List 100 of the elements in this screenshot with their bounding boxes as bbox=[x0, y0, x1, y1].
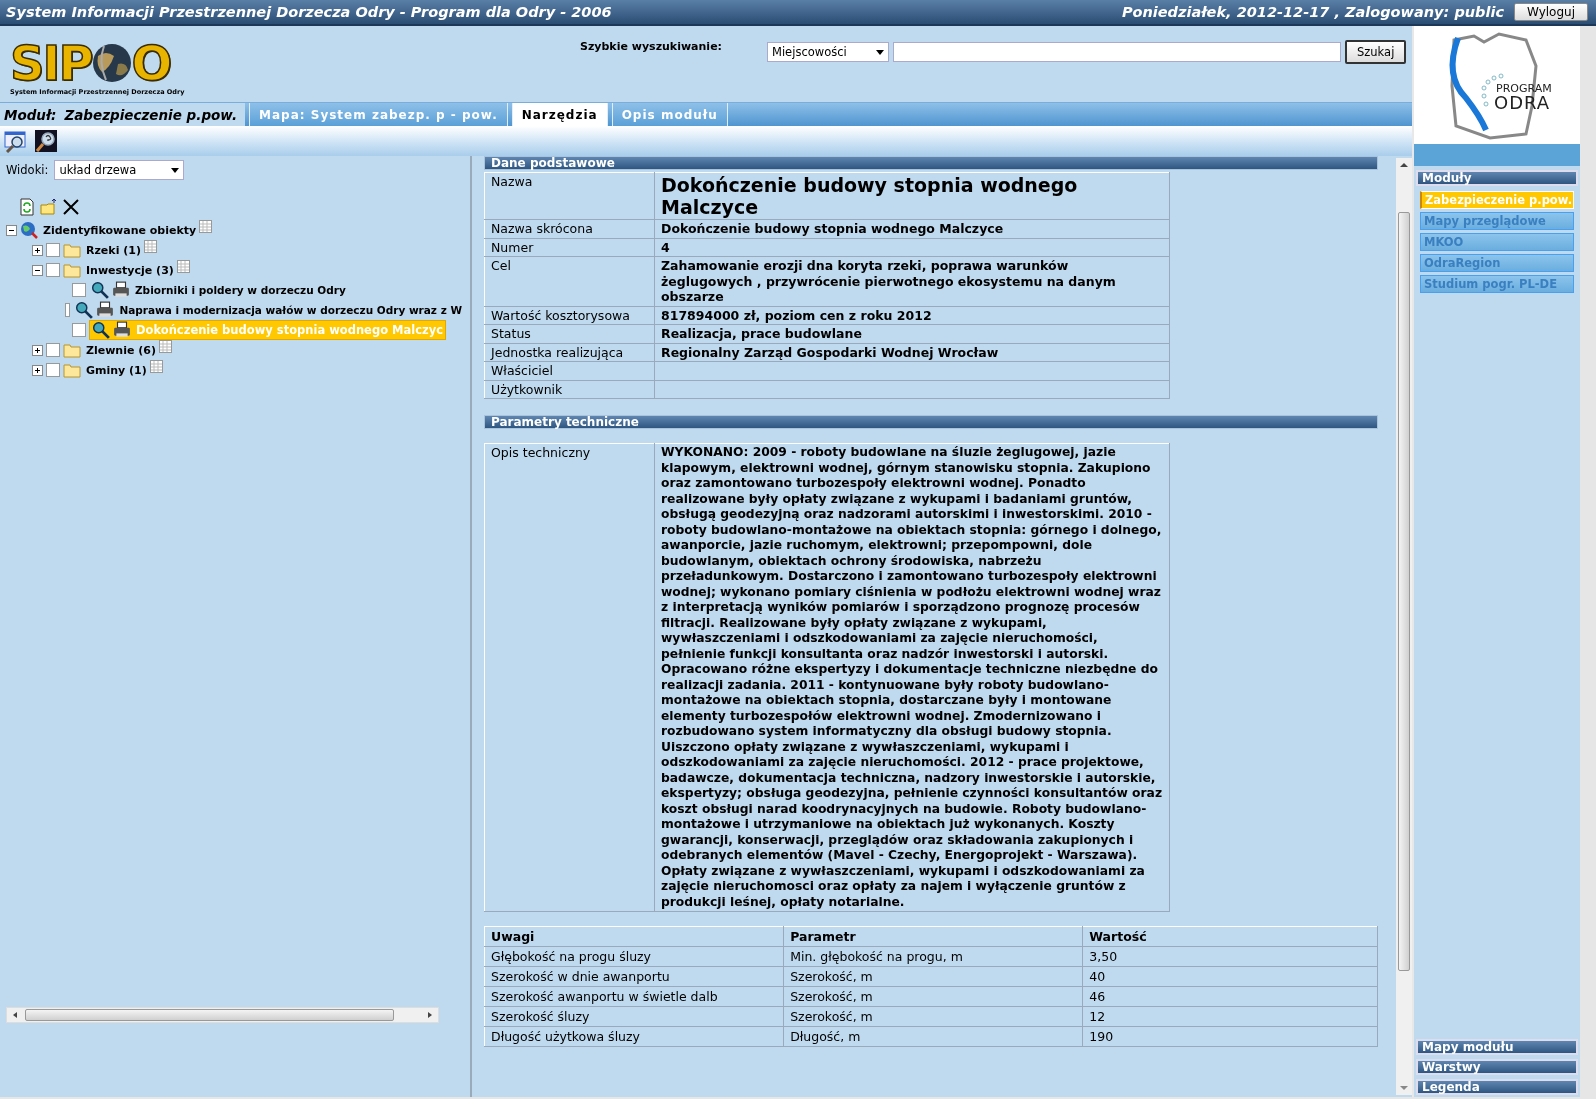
vertical-scrollbar[interactable] bbox=[1396, 158, 1412, 1095]
checkbox[interactable] bbox=[64, 303, 71, 317]
table-icon bbox=[159, 340, 172, 353]
expand-icon[interactable] bbox=[32, 344, 43, 356]
tree-item[interactable]: Zlewnie (6) bbox=[84, 343, 156, 357]
magnifier-icon bbox=[92, 321, 110, 339]
expand-icon[interactable] bbox=[32, 364, 43, 376]
printer-icon bbox=[113, 321, 131, 339]
search-label: Szybkie wyszukiwanie: bbox=[580, 40, 723, 53]
globe-search-icon bbox=[20, 221, 38, 239]
field-label: Numer bbox=[484, 238, 655, 257]
folder-icon bbox=[63, 341, 81, 359]
table-icon bbox=[176, 260, 190, 273]
field-label: Właściciel bbox=[484, 361, 655, 380]
table-cell: Szerokość, m bbox=[783, 966, 1083, 987]
help-search-icon[interactable] bbox=[34, 129, 58, 153]
table-cell: 40 bbox=[1082, 966, 1378, 987]
tab[interactable]: Narzędzia bbox=[511, 103, 608, 126]
module-name: Zabezpieczenie p.pow. bbox=[64, 106, 238, 123]
folder-icon bbox=[63, 361, 81, 379]
field-label: Jednostka realizująca bbox=[484, 343, 655, 362]
table-cell: Szerokość awanportu w świetle dalb bbox=[484, 986, 784, 1007]
checkbox[interactable] bbox=[72, 323, 86, 337]
search-button[interactable]: Szukaj bbox=[1345, 40, 1407, 64]
checkbox[interactable] bbox=[46, 343, 60, 357]
field-label: Opis techniczny bbox=[484, 443, 655, 912]
table-cell: Szerokość śluzy bbox=[484, 1006, 784, 1027]
tree-item[interactable]: Zidentyfikowane obiekty bbox=[41, 223, 197, 237]
collapse-icon[interactable] bbox=[6, 224, 17, 236]
tree-item[interactable]: Inwestycje (3) bbox=[84, 263, 174, 277]
table-cell: Długość użytkowa śluzy bbox=[484, 1026, 784, 1047]
tree-item[interactable]: Gminy (1) bbox=[84, 363, 147, 377]
field-label: Nazwa skrócona bbox=[484, 219, 655, 238]
checkbox[interactable] bbox=[46, 243, 60, 257]
field-value: Regionalny Zarząd Gospodarki Wodnej Wrocław bbox=[654, 343, 1170, 362]
views-label: Widoki: bbox=[6, 163, 49, 177]
panel-header[interactable]: Mapy modułu bbox=[1416, 1039, 1578, 1055]
search-window-icon[interactable] bbox=[4, 129, 28, 153]
field-value: 4 bbox=[654, 238, 1170, 257]
table-cell: 190 bbox=[1082, 1026, 1378, 1047]
field-value: 817894000 zł, poziom cen z roku 2012 bbox=[654, 306, 1170, 325]
checkbox[interactable] bbox=[72, 283, 86, 297]
expand-icon[interactable] bbox=[32, 244, 43, 256]
field-label: Nazwa bbox=[484, 172, 655, 220]
refresh-icon[interactable] bbox=[18, 198, 36, 216]
field-label: Cel bbox=[484, 256, 655, 306]
checkbox[interactable] bbox=[46, 363, 60, 377]
field-value: Realizacja, prace budowlane bbox=[654, 324, 1170, 343]
table-cell: Głębokość na progu śluzy bbox=[484, 946, 784, 967]
program-logo: PROGRAM ODRA bbox=[1414, 26, 1580, 144]
column-header: Wartość bbox=[1082, 926, 1378, 947]
field-value: Zahamowanie erozji dna koryta rzeki, poprawa warunków żeglugowych , przywrócenie pierwotnego ekosystemu na danym obszarze bbox=[654, 256, 1170, 306]
date-user-text: Poniedziałek, 2012-12-17 , Zalogowany: public bbox=[1121, 4, 1504, 20]
column-header: Parametr bbox=[783, 926, 1083, 947]
folder-icon bbox=[63, 261, 81, 279]
folder-icon bbox=[63, 241, 81, 259]
caret-icon bbox=[171, 167, 180, 173]
field-value: WYKONANO: 2009 - roboty budowlane na śluzie żeglugowej, jazie klapowym, elektrowni wodnej, górnym stanowisku stopnia. Zakupiono oraz zamontowano turbozespoły elektrowni wodnej. Ponadto realizowane były opłaty związane z wykupami i badaniami gruntów, obsługą geodezyjną oraz nadzorami autorskimi i inwestorskimi. 2010 - roboty budowlano-montażowe na obiektach stopnia: górnego i dolnego, awanporcie, jazie ruchomym, elektrowni; przepompowni, dole budowlanym, obiektach ochrony środowiska, nabrzeżu przeładunkowym. Dostarczono i zamontowano turbozespoły elektrowni wodnej; wykonano pomiary ciśnienia w podłożu elektrowni wodnej wraz z interpretacją wyników pomiarów i sporządzono prognozę procesów filtracji. Realizowane były opłaty związane z wykupami, wywłaszczeniami i odszkodowaniami za zajęcie nieruchomości, pełnienie funkcji konsultanta oraz nadzór inwestorski i autorski. Opracowano różne ekspertyzy i dokumentacje techniczne niezbędne do realizacji zadania. 2011 - kontynuowane były roboty budowlano-montażowe na obiektach stopnia, dostarczane były i montowane elementy turbozespołów elektrowni wodnej. Zmodernizowano i rozbudowano system informatyczny dla obsługi budowy stopnia. Uiszczono opłaty związane z wywłaszczeniami, wykupami i odszkodowaniami za zajęcie nieruchomości. 2012 - prace projektowe, badawcze, dokumentacja techniczna, nadzory inwestorskie i autorskie, ekspertyzy; obsługa geodezyjna, pełnienie czynności konsultantów oraz koszt obsługi narad koodrynacyjnych na budowie. Roboty budowlano-montażowe i utrzymaniowe na obiektach już wykonanych. Koszty gwarancji, konserwacji, przeglądów oraz składowania zakupionych i odebranych elementów (Mavel - Czechy, Energoprojekt - Warszawa). Opłaty związane z wywłaszczeniami, wykupami i odszkodowaniami za zajęcie nieruchomosci oraz opłaty za najem i wyłączenie gruntów z produkcji leśnej, opłaty notarialne. bbox=[654, 443, 1170, 912]
caret-icon bbox=[876, 49, 884, 55]
tree-item[interactable]: Zbiorniki i poldery w dorzeczu Odry bbox=[89, 280, 348, 300]
section-header: Dane podstawowe bbox=[484, 156, 1378, 170]
printer-icon bbox=[112, 281, 130, 299]
table-cell: Szerokość, m bbox=[783, 1006, 1083, 1027]
field-label: Status bbox=[484, 324, 655, 343]
field-label: Użytkownik bbox=[484, 380, 655, 399]
table-icon bbox=[149, 360, 163, 373]
magnifier-icon bbox=[75, 301, 94, 319]
table-cell: 12 bbox=[1082, 1006, 1378, 1027]
tree-item[interactable]: Naprawa i modernizacja wałów w dorzeczu Odry wraz z W bbox=[73, 300, 464, 320]
table-icon bbox=[199, 220, 213, 233]
views-dropdown[interactable]: układ drzewa bbox=[54, 160, 185, 180]
logout-button[interactable]: Wyloguj bbox=[1514, 3, 1588, 21]
category-dropdown[interactable]: Miejscowości bbox=[767, 42, 889, 62]
field-value: Dokończenie budowy stopnia wodnego Malczyce bbox=[654, 219, 1170, 238]
modules-header: Moduły bbox=[1416, 170, 1578, 186]
close-icon[interactable] bbox=[62, 198, 80, 216]
table-icon bbox=[143, 240, 157, 253]
field-label: Wartość kosztorysowa bbox=[484, 306, 655, 325]
panel-header[interactable]: Warstwy bbox=[1416, 1059, 1578, 1075]
panel-header[interactable]: Legenda bbox=[1416, 1079, 1578, 1095]
globe-icon bbox=[91, 42, 132, 84]
window-title: System Informacji Przestrzennej Dorzecza Odry - Program dla Odry - 2006 bbox=[6, 4, 612, 20]
table-cell: 46 bbox=[1082, 986, 1378, 1007]
field-value: Dokończenie budowy stopnia wodnego Malczyce bbox=[654, 172, 1170, 220]
collapse-icon[interactable] bbox=[32, 264, 43, 276]
tree-item[interactable]: Rzeki (1) bbox=[84, 243, 141, 257]
table-cell: 3,50 bbox=[1082, 946, 1378, 967]
printer-icon bbox=[96, 301, 115, 319]
checkbox[interactable] bbox=[46, 263, 60, 277]
horizontal-scrollbar[interactable] bbox=[6, 1007, 439, 1023]
section-header: Parametry techniczne bbox=[484, 415, 1378, 429]
column-header: Uwagi bbox=[484, 926, 784, 947]
table-cell: Min. głębokość na progu, m bbox=[783, 946, 1083, 967]
module-label: Moduł: bbox=[4, 106, 57, 123]
logo-text: SIP bbox=[10, 40, 92, 86]
search-field[interactable] bbox=[893, 42, 1341, 62]
table-cell: Długość, m bbox=[783, 1026, 1083, 1047]
table-cell: Szerokość w dnie awanportu bbox=[484, 966, 784, 987]
logo-text: O bbox=[131, 40, 171, 86]
table-cell: Szerokość, m bbox=[783, 986, 1083, 1007]
